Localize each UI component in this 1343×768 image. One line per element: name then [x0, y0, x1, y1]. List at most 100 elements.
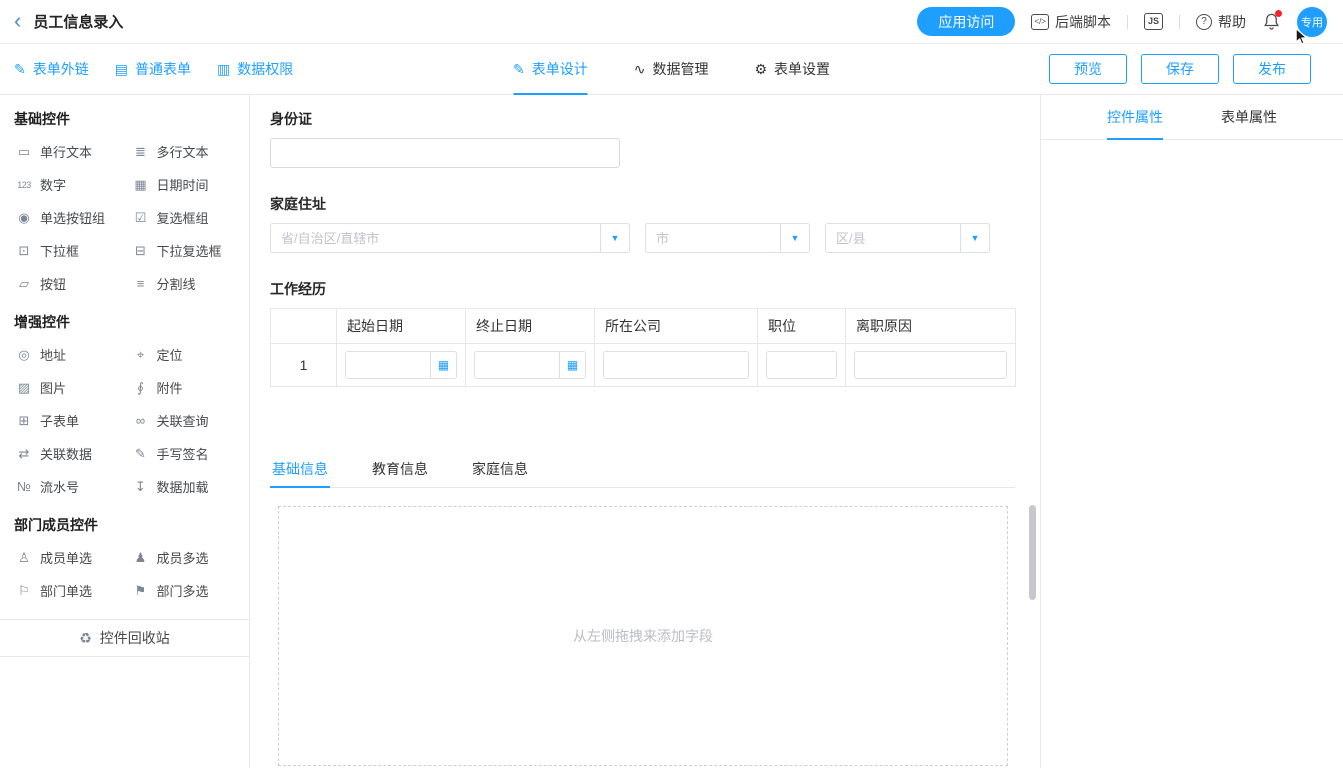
palette-section-title: 部门成员控件	[14, 515, 249, 535]
script-icon[interactable]: JS	[1144, 13, 1163, 30]
divider	[1127, 15, 1128, 29]
tab-form-design[interactable]: ✎ 表单设计	[513, 44, 588, 94]
external-link-icon: ✎	[14, 61, 26, 78]
address-selects: ▼ ▼ ▼	[270, 223, 1040, 253]
field-work-experience[interactable]: 工作经历 起始日期 终止日期 所在公司 职位 离职原因	[270, 279, 1040, 387]
position-input[interactable]	[766, 351, 837, 379]
id-card-input[interactable]	[270, 138, 620, 168]
backend-script-label: 后端脚本	[1055, 12, 1111, 32]
province-input[interactable]	[270, 223, 600, 253]
help-button[interactable]: ? 帮助	[1196, 12, 1246, 32]
field-id-card[interactable]: 身份证	[270, 109, 1040, 168]
province-select[interactable]: ▼	[270, 223, 630, 253]
sidebar-item-datetime[interactable]: ▦日期时间	[125, 168, 242, 201]
sidebar-item-linked-data[interactable]: ⇄关联数据	[8, 437, 125, 470]
tab-education-info[interactable]: 教育信息	[370, 451, 430, 487]
item-label: 地址	[40, 345, 66, 364]
publish-button[interactable]: 发布	[1233, 54, 1311, 84]
tab-data-management[interactable]: ∿ 数据管理	[634, 44, 709, 94]
design-icon: ✎	[513, 61, 525, 78]
app-access-button[interactable]: 应用访问	[917, 7, 1015, 36]
sidebar-item-dept-multi[interactable]: ⚑部门多选	[125, 574, 242, 607]
city-select[interactable]: ▼	[645, 223, 810, 253]
item-label: 分割线	[157, 274, 196, 293]
sidebar-item-button[interactable]: ▱按钮	[8, 267, 125, 300]
data-permission-button[interactable]: ▥ 数据权限	[217, 59, 293, 79]
sidebar-item-linked-query[interactable]: ∞关联查询	[125, 404, 242, 437]
tab-basic-info[interactable]: 基础信息	[270, 451, 330, 487]
sidebar-item-serial-number[interactable]: №流水号	[8, 470, 125, 503]
sidebar-item-member-multi[interactable]: ♟成员多选	[125, 541, 242, 574]
column-header-end-date: 终止日期	[466, 309, 595, 344]
row-index-cell: 1	[271, 344, 337, 387]
table-header-row: 起始日期 终止日期 所在公司 职位 离职原因	[271, 309, 1016, 344]
avatar[interactable]: 专用	[1297, 7, 1327, 37]
tab-form-properties[interactable]: 表单属性	[1221, 95, 1277, 139]
sidebar-item-location[interactable]: ⌖定位	[125, 338, 242, 371]
header-right: 应用访问 </> 后端脚本 JS ? 帮助 专用	[917, 7, 1327, 37]
sidebar-item-data-load[interactable]: ↧数据加载	[125, 470, 242, 503]
sidebar-item-single-text[interactable]: ▭单行文本	[8, 135, 125, 168]
sidebar-item-attachment[interactable]: ∮ 附件	[125, 371, 242, 404]
text-single-icon: ▭	[16, 144, 32, 160]
dropzone[interactable]: 从左侧拖拽来添加字段	[278, 506, 1008, 766]
back-button[interactable]: ‹	[14, 10, 21, 32]
code-icon: </>	[1031, 14, 1049, 30]
tab-control-properties[interactable]: 控件属性	[1107, 95, 1163, 139]
sidebar-item-select[interactable]: ⊡下拉框	[8, 234, 125, 267]
item-label: 下拉复选框	[157, 241, 222, 260]
company-input[interactable]	[603, 351, 749, 379]
chevron-down-icon: ▼	[791, 233, 800, 243]
tab-family-info[interactable]: 家庭信息	[470, 451, 530, 487]
form-toolbar: ✎ 表单外链 ▤ 普通表单 ▥ 数据权限 ✎ 表单设计 ∿ 数据管理 ⚙	[0, 44, 1343, 95]
district-dropdown-button[interactable]: ▼	[960, 223, 990, 253]
sidebar-item-divider[interactable]: ≡分割线	[125, 267, 242, 300]
scrollbar[interactable]	[1029, 505, 1036, 600]
item-label: 关联数据	[40, 444, 92, 463]
normal-form-button[interactable]: ▤ 普通表单	[115, 59, 191, 79]
start-date-field[interactable]: ▦	[345, 351, 457, 379]
app-window: ‹ 员工信息录入 应用访问 </> 后端脚本 JS ? 帮助 专用	[0, 0, 1343, 768]
field-address[interactable]: 家庭住址 ▼ ▼ ▼	[270, 194, 1040, 253]
end-date-field[interactable]: ▦	[474, 351, 586, 379]
sidebar-item-number[interactable]: 123数字	[8, 168, 125, 201]
item-label: 附件	[157, 378, 183, 397]
end-date-input[interactable]	[475, 352, 559, 378]
save-button[interactable]: 保存	[1141, 54, 1219, 84]
calendar-icon[interactable]: ▦	[430, 352, 456, 378]
tab-form-settings[interactable]: ⚙ 表单设置	[754, 44, 830, 94]
reason-input[interactable]	[854, 351, 1007, 379]
sidebar-item-checkbox-group[interactable]: ☑复选框组	[125, 201, 242, 234]
calendar-icon[interactable]: ▦	[559, 352, 585, 378]
image-icon: ▨	[16, 380, 32, 396]
help-label: 帮助	[1218, 12, 1246, 32]
dropdown-check-icon: ⊟	[133, 243, 149, 259]
palette-section-title: 增强控件	[14, 312, 249, 332]
sidebar-item-multi-select[interactable]: ⊟ 下拉复选框	[125, 234, 242, 267]
district-select[interactable]: ▼	[825, 223, 990, 253]
city-input[interactable]	[645, 223, 780, 253]
sidebar-item-address[interactable]: ◎地址	[8, 338, 125, 371]
sidebar-item-subform[interactable]: ⊞子表单	[8, 404, 125, 437]
form-section-tabs: 基础信息 教育信息 家庭信息	[270, 451, 1015, 488]
notifications-button[interactable]	[1262, 12, 1281, 31]
sidebar-item-member-single[interactable]: ♙成员单选	[8, 541, 125, 574]
sidebar-item-signature[interactable]: ✎手写签名	[125, 437, 242, 470]
province-dropdown-button[interactable]: ▼	[600, 223, 630, 253]
sidebar-item-radio-group[interactable]: ◉单选按钮组	[8, 201, 125, 234]
location-icon: ⌖	[133, 347, 149, 363]
form-external-link-button[interactable]: ✎ 表单外链	[14, 59, 89, 79]
attachment-icon: ∮	[133, 380, 149, 396]
tab-label: 表单设置	[774, 59, 830, 79]
header-left: ‹ 员工信息录入	[14, 11, 123, 32]
preview-button[interactable]: 预览	[1049, 54, 1127, 84]
sidebar-item-multi-text[interactable]: ≣多行文本	[125, 135, 242, 168]
city-dropdown-button[interactable]: ▼	[780, 223, 810, 253]
sidebar-item-image[interactable]: ▨图片	[8, 371, 125, 404]
sidebar-item-dept-single[interactable]: ⚐部门单选	[8, 574, 125, 607]
control-recycle-bin[interactable]: ♻ 控件回收站	[0, 619, 249, 657]
work-experience-table: 起始日期 终止日期 所在公司 职位 离职原因 1	[270, 308, 1016, 387]
start-date-input[interactable]	[346, 352, 430, 378]
backend-script-button[interactable]: </> 后端脚本	[1031, 12, 1111, 32]
district-input[interactable]	[825, 223, 960, 253]
